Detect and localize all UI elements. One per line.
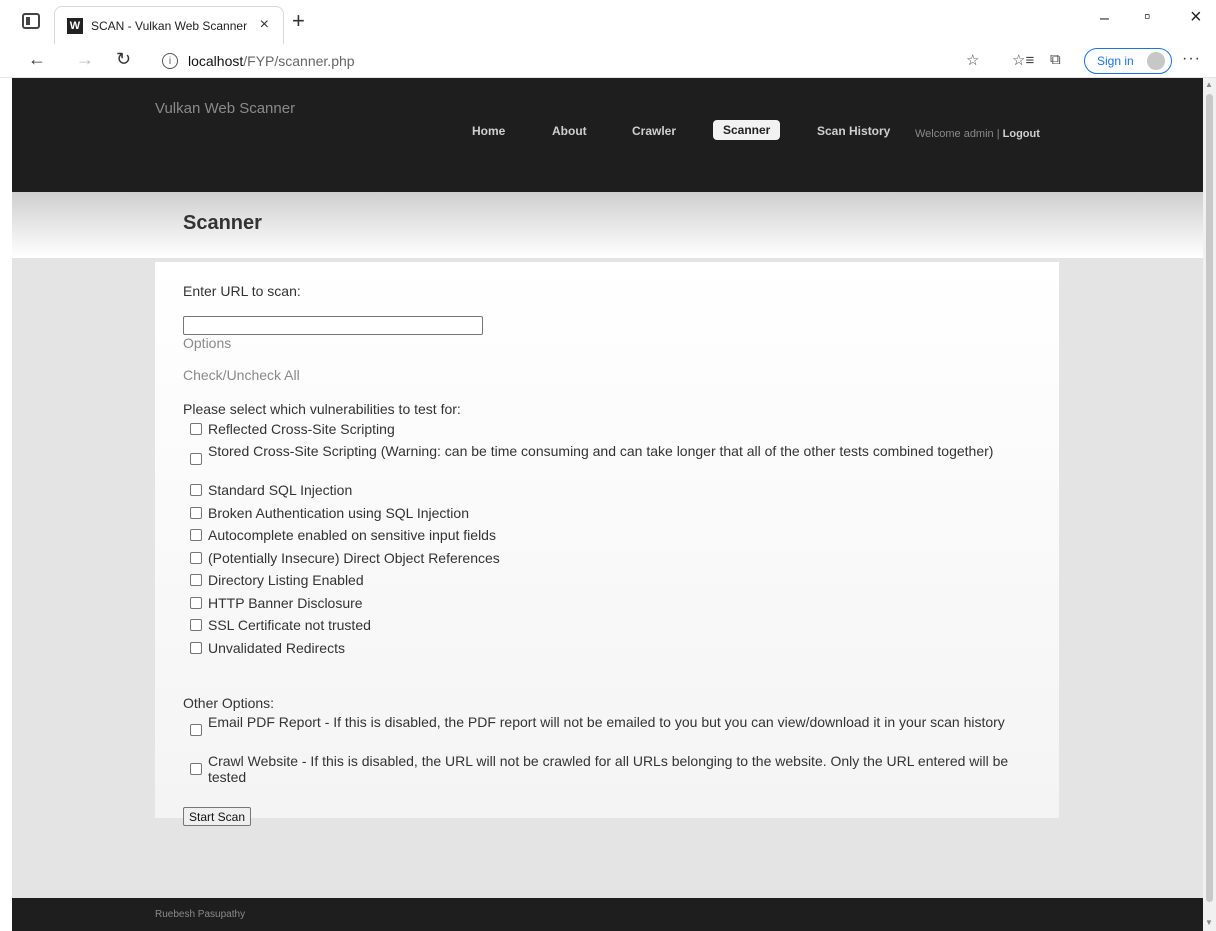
profile-avatar-icon: [1147, 52, 1165, 70]
check-uncheck-all-link[interactable]: Check/Uncheck All: [183, 367, 300, 383]
vuln-label: Autocomplete enabled on sensitive input …: [208, 527, 496, 543]
url-field[interactable]: i localhost/FYP/scanner.php: [150, 47, 940, 75]
page-viewport: Vulkan Web Scanner Home About Crawler Sc…: [12, 78, 1203, 931]
scan-form: Enter URL to scan: Options Check/Uncheck…: [155, 262, 1059, 826]
other-options-label: Other Options:: [183, 695, 275, 711]
tab-title: SCAN - Vulkan Web Scanner: [91, 18, 248, 33]
vuln-option-ssl-cert[interactable]: SSL Certificate not trusted: [190, 617, 371, 633]
site-brand[interactable]: Vulkan Web Scanner: [155, 100, 295, 117]
nav-home[interactable]: Home: [472, 124, 505, 138]
vuln-checkbox[interactable]: [190, 529, 202, 541]
vuln-label: Directory Listing Enabled: [208, 572, 364, 588]
tab-close-icon[interactable]: ×: [260, 16, 269, 34]
option-checkbox[interactable]: [190, 763, 202, 775]
vuln-label: Unvalidated Redirects: [208, 640, 345, 656]
nav-scan-history[interactable]: Scan History: [817, 124, 890, 138]
vuln-checkbox[interactable]: [190, 484, 202, 496]
close-window-icon[interactable]: ×: [1190, 6, 1202, 29]
option-label: Crawl Website - If this is disabled, the…: [208, 753, 1009, 785]
welcome-label: Welcome admin |: [915, 128, 1003, 140]
options-link[interactable]: Options: [183, 335, 231, 351]
url-host: localhost: [188, 53, 244, 69]
site-header: Vulkan Web Scanner Home About Crawler Sc…: [12, 78, 1203, 192]
vuln-label: Reflected Cross-Site Scripting: [208, 421, 395, 437]
select-vulnerabilities-prompt: Please select which vulnerabilities to t…: [183, 401, 461, 417]
option-label: Email PDF Report - If this is disabled, …: [208, 714, 1005, 730]
tab-actions-icon[interactable]: [22, 13, 40, 29]
vuln-option-sql-injection[interactable]: Standard SQL Injection: [190, 482, 352, 498]
footer-author: Ruebesh Pasupathy: [155, 909, 246, 920]
browser-tab[interactable]: W SCAN - Vulkan Web Scanner ×: [54, 6, 284, 44]
vuln-option-direct-object-refs[interactable]: (Potentially Insecure) Direct Object Ref…: [190, 550, 500, 566]
vuln-label: HTTP Banner Disclosure: [208, 595, 363, 611]
welcome-text: Welcome admin | Logout: [915, 128, 1040, 140]
scan-url-input[interactable]: [183, 316, 483, 335]
forward-arrow-icon[interactable]: →: [76, 49, 94, 70]
vuln-option-broken-auth[interactable]: Broken Authentication using SQL Injectio…: [190, 505, 469, 521]
title-band: Scanner: [12, 192, 1203, 258]
new-tab-icon[interactable]: +: [292, 8, 305, 34]
vuln-checkbox[interactable]: [190, 423, 202, 435]
vuln-label: Stored Cross-Site Scripting (Warning: ca…: [208, 443, 994, 459]
vuln-option-stored-xss[interactable]: Stored Cross-Site Scripting (Warning: ca…: [190, 443, 1040, 465]
vuln-checkbox[interactable]: [190, 642, 202, 654]
nav-scanner[interactable]: Scanner: [713, 120, 781, 140]
vuln-label: SSL Certificate not trusted: [208, 617, 371, 633]
maximize-icon[interactable]: ▫: [1144, 6, 1150, 27]
favorites-list-icon[interactable]: ☆≡: [1012, 51, 1034, 69]
address-bar: ← → ↻ i localhost/FYP/scanner.php ☆ ☆≡ ⧉…: [0, 44, 1216, 78]
vuln-label: Broken Authentication using SQL Injectio…: [208, 505, 469, 521]
option-crawl-website[interactable]: Crawl Website - If this is disabled, the…: [190, 753, 1040, 785]
sign-in-label: Sign in: [1097, 54, 1134, 68]
vuln-checkbox[interactable]: [190, 453, 202, 465]
vuln-option-unvalidated-redirects[interactable]: Unvalidated Redirects: [190, 640, 345, 656]
scroll-up-icon[interactable]: ▲: [1205, 80, 1213, 89]
vuln-option-directory-listing[interactable]: Directory Listing Enabled: [190, 572, 364, 588]
vuln-checkbox[interactable]: [190, 597, 202, 609]
site-info-icon[interactable]: i: [162, 53, 178, 69]
minimize-icon[interactable]: –: [1100, 10, 1109, 28]
vuln-checkbox[interactable]: [190, 574, 202, 586]
vertical-scrollbar[interactable]: ▲ ▼: [1203, 78, 1216, 931]
vuln-label: (Potentially Insecure) Direct Object Ref…: [208, 550, 500, 566]
collections-icon[interactable]: ⧉: [1050, 51, 1061, 68]
vuln-checkbox[interactable]: [190, 552, 202, 564]
nav-about[interactable]: About: [552, 124, 587, 138]
favorite-star-icon[interactable]: ☆: [966, 51, 979, 69]
refresh-icon[interactable]: ↻: [116, 49, 131, 70]
vuln-checkbox[interactable]: [190, 619, 202, 631]
scroll-down-icon[interactable]: ▼: [1205, 918, 1213, 927]
back-arrow-icon[interactable]: ←: [28, 49, 46, 70]
enter-url-label: Enter URL to scan:: [183, 283, 301, 299]
scrollbar-thumb[interactable]: [1206, 94, 1213, 902]
sign-in-button[interactable]: Sign in: [1084, 48, 1172, 74]
vuln-option-http-banner[interactable]: HTTP Banner Disclosure: [190, 595, 363, 611]
vuln-checkbox[interactable]: [190, 507, 202, 519]
start-scan-button[interactable]: Start Scan: [183, 807, 252, 826]
vuln-option-autocomplete[interactable]: Autocomplete enabled on sensitive input …: [190, 527, 496, 543]
nav-crawler[interactable]: Crawler: [632, 124, 676, 138]
url-path: /FYP/scanner.php: [243, 53, 355, 69]
option-email-pdf[interactable]: Email PDF Report - If this is disabled, …: [190, 714, 1040, 736]
favicon-icon: W: [67, 17, 83, 34]
vuln-option-reflected-xss[interactable]: Reflected Cross-Site Scripting: [190, 421, 395, 437]
site-footer: Ruebesh Pasupathy: [12, 898, 1203, 931]
vuln-label: Standard SQL Injection: [208, 482, 353, 498]
more-menu-icon[interactable]: ···: [1182, 50, 1201, 68]
option-checkbox[interactable]: [190, 724, 202, 736]
logout-link[interactable]: Logout: [1003, 128, 1040, 140]
browser-titlebar: W SCAN - Vulkan Web Scanner × + – ▫ ×: [0, 0, 1216, 44]
page-title: Scanner: [183, 212, 262, 234]
